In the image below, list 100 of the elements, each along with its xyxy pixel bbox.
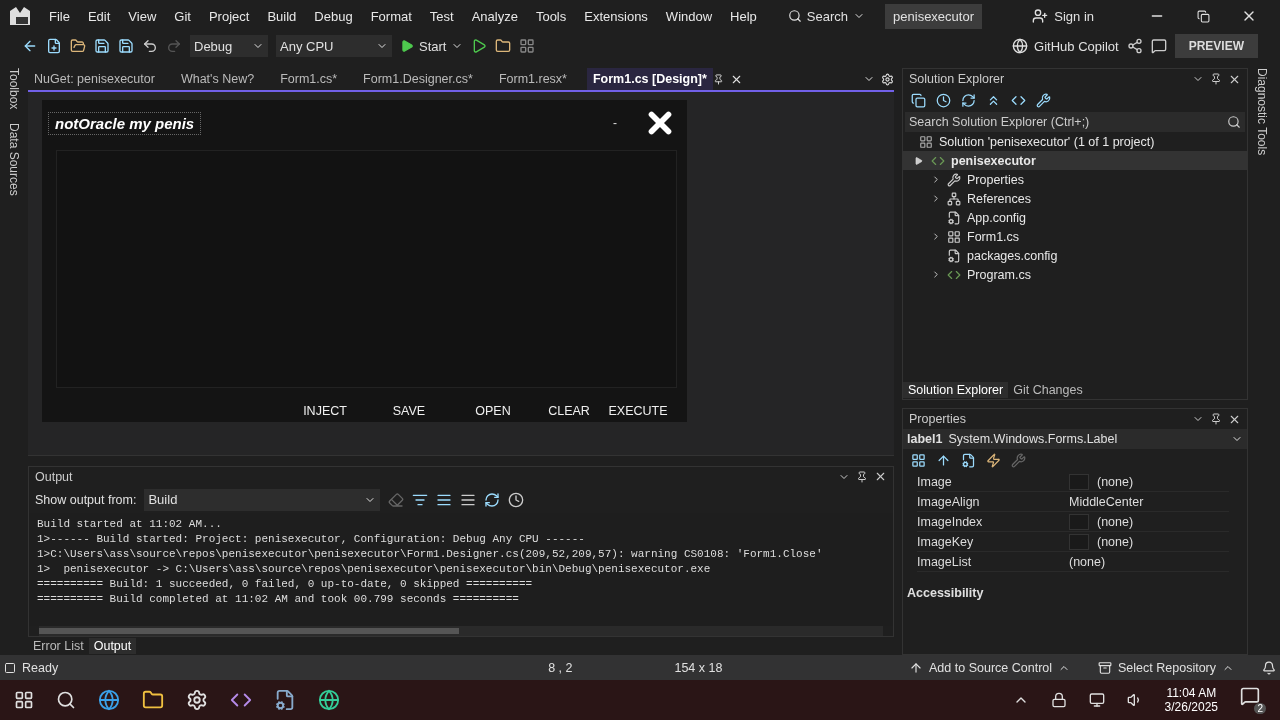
- output-source-dropdown[interactable]: Build: [144, 488, 381, 511]
- panel-tab[interactable]: Output: [88, 638, 137, 655]
- property-value[interactable]: (none): [1069, 533, 1229, 550]
- pin-icon[interactable]: [856, 470, 868, 483]
- copilot-button[interactable]: GitHub Copilot: [1012, 38, 1119, 54]
- search-button[interactable]: Search: [779, 8, 874, 24]
- notification-count: 2: [1254, 703, 1266, 714]
- side-tab[interactable]: Toolbox: [7, 68, 21, 110]
- object-selector[interactable]: label1 System.Windows.Forms.Label: [903, 429, 1247, 449]
- refresh-icon[interactable]: [961, 93, 976, 108]
- search-field[interactable]: Search Solution Explorer (Ctrl+;): [905, 112, 1245, 132]
- sign-in-button[interactable]: Sign in: [1032, 8, 1094, 24]
- folder-icon[interactable]: [142, 689, 164, 711]
- network-icon[interactable]: [1088, 692, 1105, 708]
- restore-icon[interactable]: [1196, 9, 1210, 23]
- history-icon[interactable]: [936, 93, 951, 108]
- open-folder-icon[interactable]: [70, 38, 86, 54]
- clock-date[interactable]: 3/26/2025: [1164, 700, 1218, 714]
- configuration-dropdown[interactable]: Debug: [190, 35, 268, 57]
- globe-icon[interactable]: [318, 689, 340, 711]
- categorized-icon[interactable]: [911, 453, 926, 468]
- form-button[interactable]: CLEAR: [535, 400, 603, 422]
- bell-icon[interactable]: [1262, 660, 1276, 675]
- browser-icon[interactable]: [98, 689, 120, 711]
- share-icon[interactable]: [1126, 38, 1143, 54]
- clear-icon[interactable]: [388, 491, 405, 508]
- clock-time[interactable]: 11:04 AM: [1166, 686, 1217, 700]
- pin-icon[interactable]: [1210, 413, 1222, 425]
- menu-item[interactable]: View: [119, 8, 166, 24]
- form-button[interactable]: SAVE: [367, 400, 451, 422]
- layout-icon[interactable]: [519, 38, 536, 54]
- new-item-icon[interactable]: [46, 38, 62, 54]
- tree-item[interactable]: Solution 'penisexecutor' (1 of 1 project): [939, 134, 1155, 149]
- menu-item[interactable]: Analyze: [462, 8, 527, 24]
- square-icon: [4, 661, 16, 674]
- save-icon[interactable]: [94, 38, 110, 54]
- repository-button[interactable]: Select Repository: [1098, 660, 1234, 675]
- panel-tab[interactable]: Solution Explorer: [903, 382, 1009, 398]
- tree-item[interactable]: Program.cs: [967, 267, 1031, 282]
- search-icon[interactable]: [56, 690, 76, 710]
- document-tab[interactable]: Form1.resx*: [492, 68, 573, 90]
- property-value[interactable]: MiddleCenter: [1069, 494, 1229, 509]
- panel-title: Solution Explorer: [909, 72, 1005, 86]
- property-value[interactable]: (none): [1069, 554, 1229, 569]
- events-icon[interactable]: [986, 453, 1001, 468]
- folder-icon[interactable]: [495, 38, 512, 54]
- clock-icon[interactable]: [508, 491, 525, 508]
- form-button[interactable]: INJECT: [283, 400, 367, 422]
- tree-item[interactable]: Properties: [967, 172, 1024, 187]
- tree-item[interactable]: Form1.cs: [967, 229, 1020, 244]
- undo-icon[interactable]: [142, 38, 158, 54]
- pin-icon[interactable]: [712, 73, 724, 85]
- document-tab[interactable]: Form1.Designer.cs*: [357, 68, 479, 90]
- menu-item[interactable]: Debug: [305, 8, 362, 24]
- document-tab[interactable]: Form1.cs [Design]*: [586, 68, 713, 90]
- tree-item[interactable]: References: [967, 191, 1031, 206]
- menu-item[interactable]: File: [40, 8, 79, 24]
- menu-item[interactable]: Test: [420, 8, 463, 24]
- tree-item[interactable]: packages.config: [967, 248, 1058, 263]
- panel-tab[interactable]: Git Changes: [1008, 382, 1088, 398]
- expanded-arrow-icon[interactable]: [915, 156, 923, 165]
- panel-tab[interactable]: Error List: [28, 638, 89, 655]
- form-button[interactable]: OPEN: [451, 400, 535, 422]
- menu-item[interactable]: Format: [361, 8, 421, 24]
- property-value[interactable]: (none): [1069, 473, 1229, 490]
- document-tab[interactable]: What's New?: [174, 68, 261, 90]
- menu-item[interactable]: Extensions: [575, 8, 657, 24]
- minimize-label[interactable]: -: [613, 116, 617, 130]
- tree-item[interactable]: App.config: [967, 210, 1027, 225]
- code-icon[interactable]: [1011, 93, 1026, 108]
- menu-item[interactable]: Tools: [526, 8, 576, 24]
- run-icon[interactable]: [471, 38, 488, 54]
- log-line: Build started at 11:02 AM...: [37, 516, 223, 532]
- menu-item[interactable]: Edit: [78, 8, 120, 24]
- menu-item[interactable]: Help: [721, 8, 766, 24]
- platform-dropdown[interactable]: Any CPU: [276, 35, 392, 57]
- menu-item[interactable]: Build: [258, 8, 306, 24]
- source-control-button[interactable]: Add to Source Control: [909, 660, 1071, 675]
- tree-item[interactable]: penisexecutor: [951, 153, 1036, 168]
- wrench-icon[interactable]: [1036, 93, 1051, 108]
- menu-item[interactable]: Window: [656, 8, 722, 24]
- side-tab[interactable]: Diagnostic Tools: [1255, 68, 1269, 156]
- form-button[interactable]: EXECUTE: [603, 400, 673, 422]
- horizontal-scrollbar[interactable]: [39, 626, 883, 637]
- menu-item[interactable]: Git: [165, 8, 200, 24]
- back-icon[interactable]: [22, 38, 38, 54]
- start-button[interactable]: Start: [400, 38, 464, 54]
- document-tab[interactable]: Form1.cs*: [274, 68, 344, 90]
- settings-icon[interactable]: [881, 72, 894, 86]
- property-value[interactable]: (none): [1069, 513, 1229, 530]
- feedback-icon[interactable]: [1150, 38, 1167, 54]
- start-icon[interactable]: [14, 690, 34, 710]
- pin-icon[interactable]: [1210, 73, 1222, 85]
- document-tab[interactable]: NuGet: penisexecutor: [28, 68, 161, 90]
- save-all-icon[interactable]: [118, 38, 134, 54]
- notifications-button[interactable]: 2: [1240, 686, 1266, 714]
- side-tab[interactable]: Data Sources: [7, 123, 21, 197]
- menu-item[interactable]: Project: [199, 8, 259, 24]
- property-name: ImageList: [917, 554, 973, 569]
- log-line: 1> penisexecutor -> C:\Users\ass\source\repos\penisexecutor\penisexecutor\bin\Debug\penisexecutor.exe: [37, 561, 712, 577]
